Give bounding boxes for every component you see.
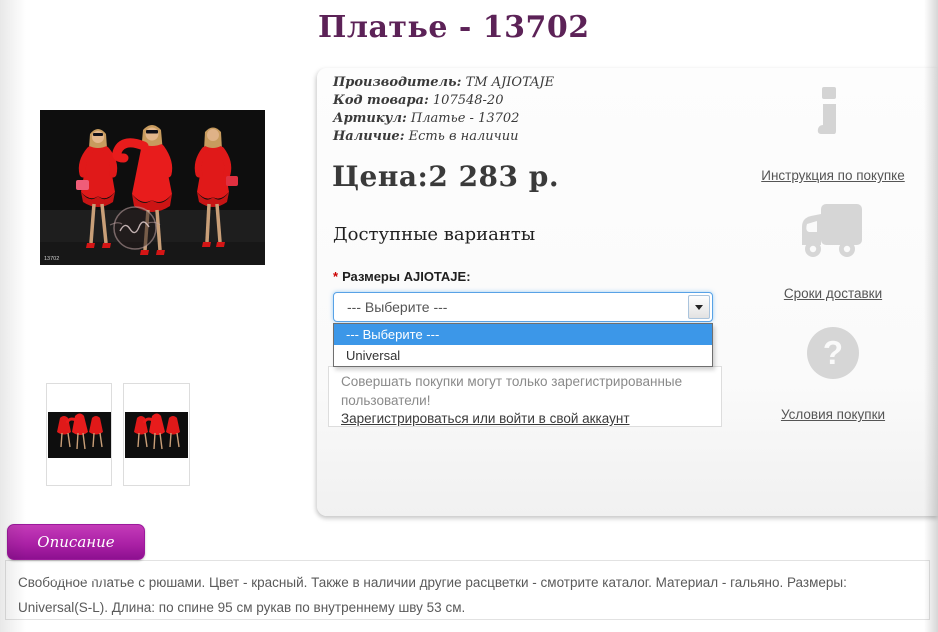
notice-text: Совершать покупки могут только зарегистр… [341,374,683,408]
question-glyph: ? [822,334,844,371]
dropdown-option-universal[interactable]: Universal [334,345,712,366]
meta-label: Код товара: [333,93,429,108]
meta-row-code: Код товара: 107548-20 [333,92,554,110]
register-or-login-link[interactable]: Зарегистрироваться или войти в свой акка… [341,411,630,426]
image-code-label: 13702 [44,256,59,262]
available-variants-heading: Доступные варианты [333,224,536,245]
purchase-conditions-link[interactable]: Условия покупки [750,407,916,422]
description-text: Свободное платье с рюшами. Цвет - красны… [18,575,847,615]
meta-value: 107548-20 [432,93,504,108]
price-label: Цена: [332,160,429,193]
info-icon [812,86,848,145]
chevron-down-icon [695,305,703,310]
meta-label: Наличие: [333,129,405,144]
thumbnail-2[interactable] [123,383,190,486]
meta-row-availability: Наличие: Есть в наличии [333,128,554,146]
size-select-value: --- Выберите --- [347,299,448,315]
size-select-dropdown: --- Выберите --- Universal [333,323,713,367]
meta-label: Артикул: [333,111,407,126]
meta-value: Платье - 13702 [410,111,520,126]
product-image[interactable]: 13702 [40,110,265,265]
product-meta: Производитель: ТМ AJIOTAJE Код товара: 1… [333,74,554,146]
delivery-terms-link[interactable]: Сроки доставки [750,286,916,301]
required-mark: * [333,269,339,284]
meta-value: Есть в наличии [408,129,519,144]
tab-model-description[interactable]: Описание модели [7,524,145,585]
dropdown-option-default[interactable]: --- Выберите --- [334,324,712,345]
thumbnail-1[interactable] [46,383,112,486]
meta-row-manufacturer: Производитель: ТМ AJIOTAJE [333,74,554,92]
size-option-label: * Размеры AJIOTAJE: [333,269,471,284]
purchase-instructions-link[interactable]: Инструкция по покупке [750,168,916,183]
tab-label: Описание модели [37,533,115,585]
truck-icon [799,203,865,264]
meta-row-sku: Артикул: Платье - 13702 [333,110,554,128]
product-page: Платье - 13702 Производитель: ТМ AJIOTAJ… [0,0,938,632]
dropdown-arrow-button[interactable] [688,295,710,319]
price-value: 2 283 р. [428,160,560,193]
size-select[interactable]: --- Выберите --- [333,292,713,322]
meta-value: ТМ AJIOTAJE [465,75,555,90]
registration-notice: Совершать покупки могут только зарегистр… [328,366,722,427]
question-icon: ? [807,327,859,379]
page-title: Платье - 13702 [318,10,590,45]
size-label-text: Размеры AJIOTAJE: [342,269,471,284]
meta-label: Производитель: [333,75,462,90]
price: Цена:2 283 р. [332,160,559,193]
